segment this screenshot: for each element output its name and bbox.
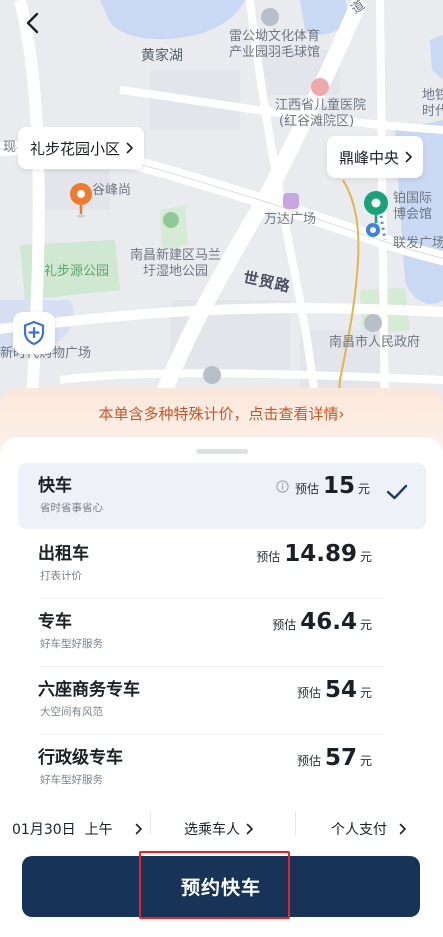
departure-time-selector[interactable]: 01月30日 上午 xyxy=(12,819,143,839)
ride-subtitle: 省时省事省心 xyxy=(40,502,103,514)
price-unit: 元 xyxy=(359,686,372,700)
info-icon[interactable] xyxy=(276,479,289,493)
ride-price: 预估 15 元 xyxy=(276,473,370,499)
chevron-right-icon xyxy=(135,823,143,835)
price-unit: 元 xyxy=(359,550,372,564)
map-label-ditie-2: 时代 xyxy=(422,104,443,119)
ride-subtitle: 大空间有风范 xyxy=(40,706,103,718)
origin-location-label: 礼步花园小区 xyxy=(30,139,121,158)
price-value: 54 xyxy=(324,677,357,703)
ride-option-six-seat[interactable]: 六座商务专车 大空间有风范 预估 54 元 xyxy=(18,667,426,733)
ride-price: 预估 46.4 元 xyxy=(272,609,372,635)
check-icon xyxy=(386,484,408,500)
map-label-leigong-2: 产业园羽毛球馆 xyxy=(229,45,321,60)
back-button[interactable] xyxy=(18,8,48,38)
ride-option-express[interactable]: 快车 省时省事省心 预估 15 元 xyxy=(18,463,426,529)
destination-pin-icon xyxy=(364,191,388,237)
ride-subtitle: 打表计价 xyxy=(40,570,82,582)
chevron-right-icon xyxy=(246,823,254,835)
payment-label: 个人支付 xyxy=(331,822,387,838)
ride-price: 预估 14.89 元 xyxy=(256,541,372,567)
pricing-notice-chevron: › xyxy=(338,405,345,423)
ride-name: 快车 xyxy=(38,476,72,496)
ride-price: 预估 57 元 xyxy=(297,745,372,771)
chevron-right-icon xyxy=(126,142,134,154)
pricing-notice-text: 本单含多种特殊计价，点击查看详情 xyxy=(98,405,339,423)
price-estimate-label: 预估 xyxy=(294,482,319,496)
passenger-selector[interactable]: 选乘车人 xyxy=(184,819,254,839)
map-label-lianfa: 联发广场 xyxy=(393,236,443,251)
map-label-libu-park: 礼步源公园 xyxy=(44,264,110,279)
passenger-label: 选乘车人 xyxy=(184,822,240,838)
map-label-expo-2: 博会馆 xyxy=(393,207,433,222)
departure-date: 01月30日 xyxy=(12,822,76,838)
ride-option-executive[interactable]: 行政级专车 好车型好服务 预估 57 元 xyxy=(18,735,426,801)
map-label-huangjiahu: 黄家湖 xyxy=(141,48,183,64)
map-label-wetland-2: 圩湿地公园 xyxy=(143,264,209,279)
option-separator xyxy=(295,811,296,835)
ride-name: 六座商务专车 xyxy=(38,680,140,700)
map-label-hospital-1: 江西省儿童医院 xyxy=(275,98,367,113)
ride-name: 出租车 xyxy=(38,544,89,564)
shield-icon xyxy=(23,320,45,346)
map-label-gufeng: 谷峰尚 xyxy=(92,183,132,198)
ride-option-premier[interactable]: 专车 好车型好服务 预估 46.4 元 xyxy=(18,599,426,665)
departure-period: 上午 xyxy=(84,822,113,838)
map-label-wanda: 万达广场 xyxy=(264,212,317,227)
price-estimate-label: 预估 xyxy=(256,550,281,564)
destination-location-chip[interactable]: 鼎峰中央 xyxy=(327,136,424,178)
price-value: 46.4 xyxy=(300,609,357,635)
pricing-notice[interactable]: 本单含多种特殊计价，点击查看详情› xyxy=(0,403,443,424)
option-separator xyxy=(150,811,151,835)
price-value: 15 xyxy=(322,473,355,499)
map-label-government: 南昌市人民政府 xyxy=(329,335,421,350)
payment-selector[interactable]: 个人支付 xyxy=(331,819,407,839)
safety-shield-button[interactable] xyxy=(13,312,55,354)
book-ride-label: 预约快车 xyxy=(180,877,261,899)
ride-name: 专车 xyxy=(38,612,72,632)
price-estimate-label: 预估 xyxy=(296,686,321,700)
map-label-wetland-1: 南昌新建区马兰 xyxy=(130,248,222,263)
map-label-hospital-2: (红谷滩院区) xyxy=(279,114,355,129)
origin-location-chip[interactable]: 礼步花园小区 xyxy=(18,127,145,169)
book-ride-button[interactable]: 预约快车 xyxy=(22,856,420,917)
back-arrow-icon xyxy=(26,12,39,34)
map-label-expo-1: 铂国际 xyxy=(393,191,433,206)
ride-subtitle: 好车型好服务 xyxy=(40,638,103,650)
chevron-right-icon xyxy=(405,151,413,163)
destination-location-label: 鼎峰中央 xyxy=(339,148,400,167)
map-label-leigong-1: 雷公坳文化体育 xyxy=(229,29,321,44)
price-value: 14.89 xyxy=(284,541,357,567)
chevron-right-icon xyxy=(399,823,407,835)
price-unit: 元 xyxy=(359,754,372,768)
sheet-grabber[interactable] xyxy=(196,449,248,454)
map-label-ditie-1: 地铁 xyxy=(422,88,443,103)
price-estimate-label: 预估 xyxy=(272,618,297,632)
price-value: 57 xyxy=(324,745,357,771)
ride-name: 行政级专车 xyxy=(38,748,123,768)
ride-price: 预估 54 元 xyxy=(297,677,372,703)
ride-subtitle: 好车型好服务 xyxy=(40,774,103,786)
origin-pin-icon xyxy=(70,183,92,218)
price-unit: 元 xyxy=(357,482,370,496)
price-unit: 元 xyxy=(359,618,372,632)
ride-option-taxi[interactable]: 出租车 打表计价 预估 14.89 元 xyxy=(18,531,426,597)
map-view[interactable]: 黄家湖 雷公坳文化体育 产业园羽毛球馆 江西省儿童医院 (红谷滩院区) 地铁 时… xyxy=(0,0,443,430)
map-label-xian: 现 xyxy=(3,140,17,155)
booking-options-bar: 01月30日 上午 选乘车人 个人支付 xyxy=(0,800,443,856)
price-estimate-label: 预估 xyxy=(296,754,321,768)
